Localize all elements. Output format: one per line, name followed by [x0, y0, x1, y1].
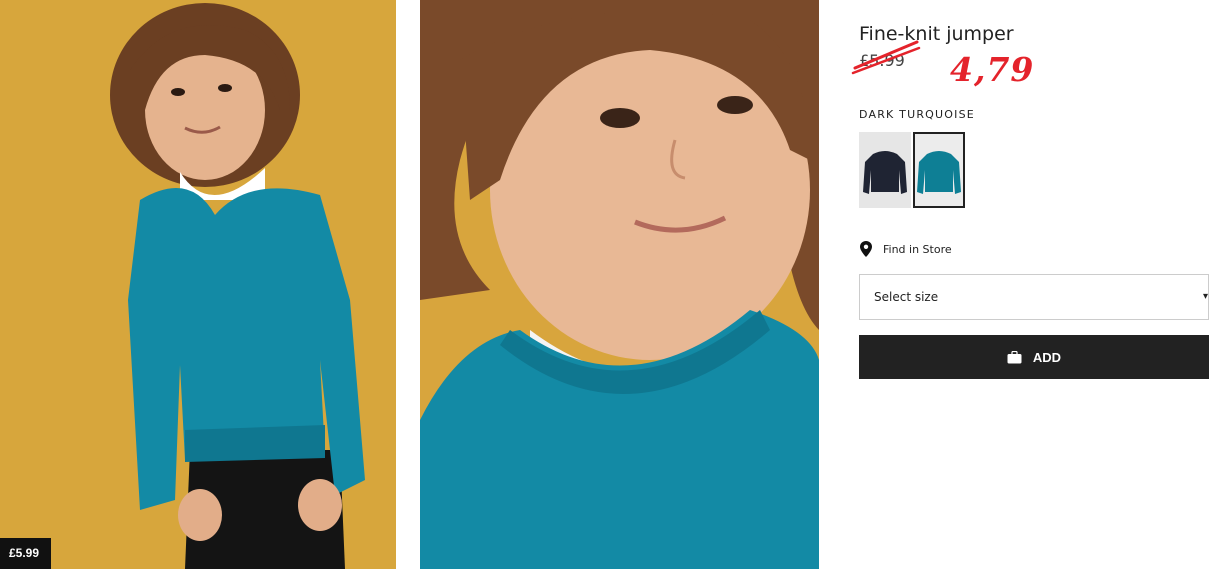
product-title: Fine-knit jumper — [859, 23, 1014, 45]
product-image-full[interactable]: £5.99 — [0, 0, 396, 569]
old-price: £5.99 — [859, 51, 905, 70]
product-info-panel: Fine-knit jumper £5.99 4,79 DARK TURQUOI… — [851, 0, 1209, 569]
swatch-dark-blue[interactable] — [859, 132, 911, 208]
add-button-label: ADD — [1032, 349, 1062, 365]
new-price: 4,79 — [950, 50, 1035, 89]
location-pin-icon — [860, 241, 872, 257]
price-tag: £5.99 — [0, 538, 52, 569]
find-in-store-link[interactable]: Find in Store — [859, 240, 952, 258]
swatch-dark-turquoise[interactable] — [913, 132, 965, 208]
add-to-bag-button[interactable]: ADD — [859, 335, 1209, 379]
find-in-store-label: Find in Store — [883, 242, 952, 256]
size-select-label: Select size — [874, 290, 939, 304]
shopping-bag-icon — [1007, 350, 1022, 363]
chevron-down-icon: ▾ — [1202, 291, 1208, 302]
color-label: DARK TURQUOISE — [859, 108, 975, 121]
product-image-closeup[interactable] — [420, 0, 819, 569]
size-select[interactable]: Select size ▾ — [859, 274, 1209, 320]
